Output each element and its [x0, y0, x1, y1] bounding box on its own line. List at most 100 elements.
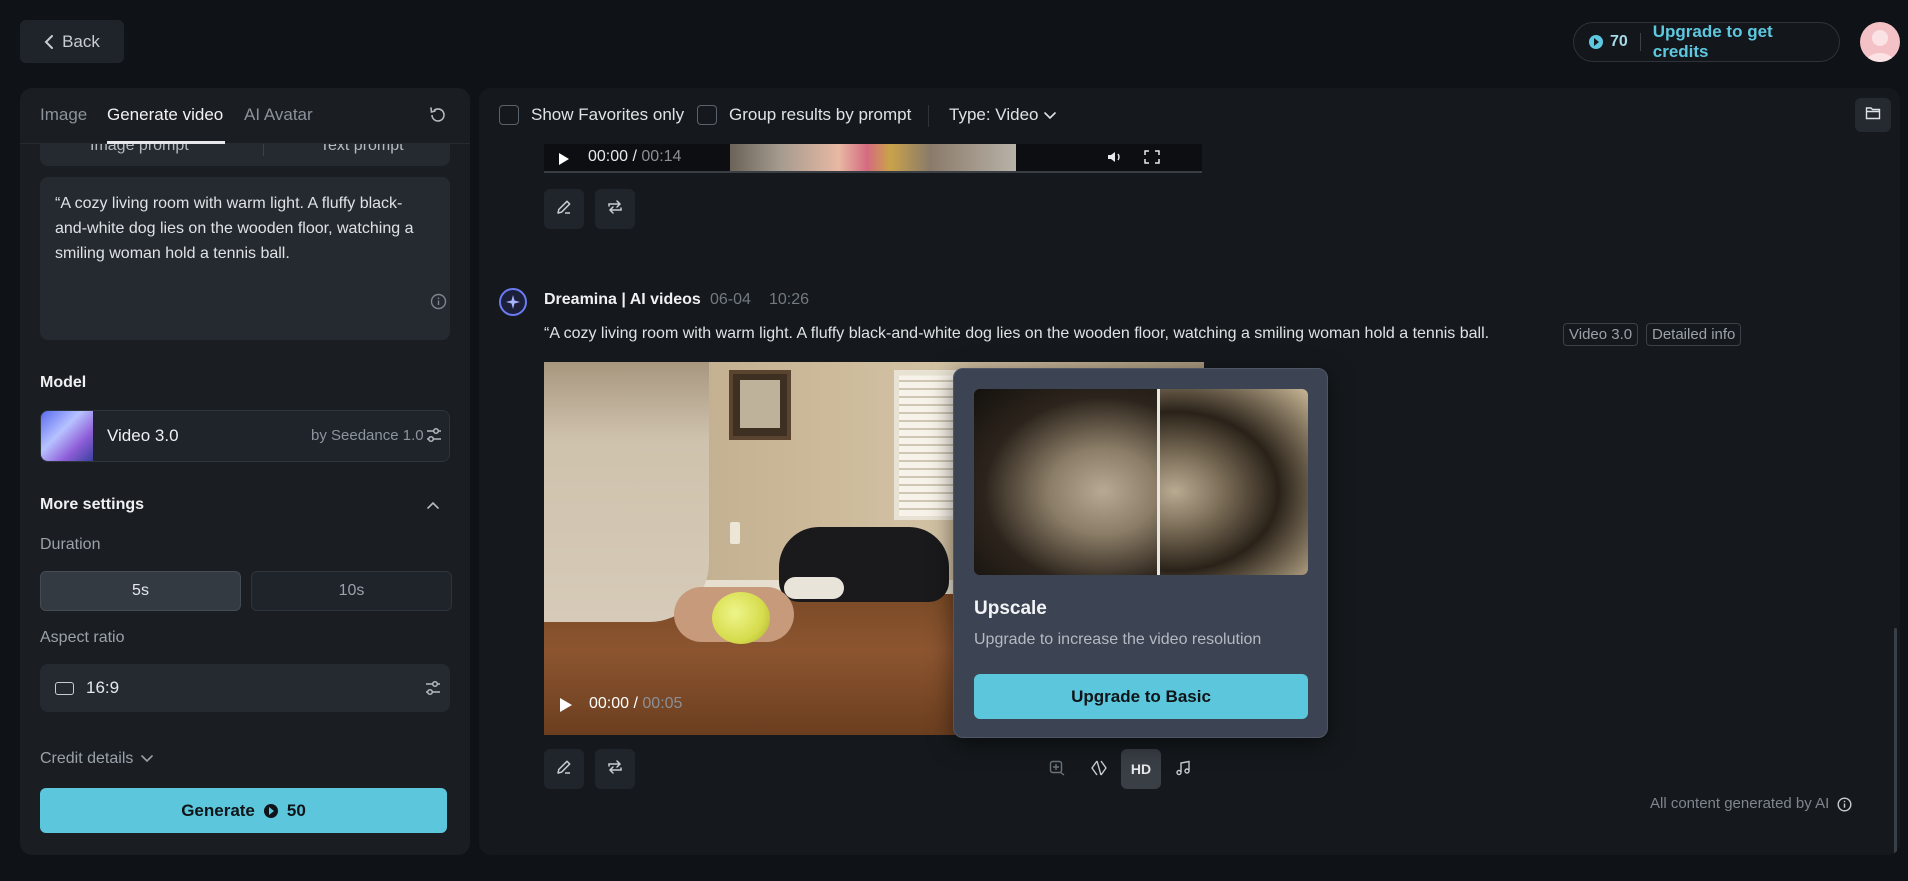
video-scene-dog-paw	[784, 577, 844, 599]
generation-prompt: “A cozy living room with warm light. A f…	[544, 325, 1490, 342]
credit-details-label: Credit details	[40, 750, 134, 767]
video-time: 00:00 / 00:14	[588, 148, 681, 166]
video-scene-picture	[740, 380, 780, 428]
avatar[interactable]	[1860, 22, 1900, 62]
duration-10s-button[interactable]: 10s	[251, 571, 452, 611]
previous-video-frame	[730, 144, 1016, 171]
chevron-down-icon	[1044, 105, 1057, 125]
video-scene-tennis-ball	[712, 592, 770, 644]
fullscreen-icon[interactable]	[1144, 150, 1160, 169]
regenerate-button[interactable]	[595, 749, 635, 789]
tab-generate-video[interactable]: Generate video	[107, 105, 223, 125]
edit-button[interactable]	[544, 189, 584, 229]
credits-count: 70	[1610, 33, 1628, 50]
chevron-down-icon	[141, 750, 154, 768]
chevron-left-icon	[44, 32, 54, 52]
generate-button[interactable]: Generate 50	[40, 788, 447, 833]
aspect-ratio-icon	[55, 682, 74, 695]
current-time: 00:00	[588, 148, 629, 165]
extend-button[interactable]	[1037, 749, 1077, 789]
video-scene-outlet	[730, 522, 740, 544]
music-note-icon	[1175, 760, 1191, 779]
interpolate-button[interactable]	[1079, 749, 1119, 789]
filter-divider	[928, 105, 929, 127]
prompt-input[interactable]: “A cozy living room with warm light. A f…	[40, 177, 450, 340]
upscale-before-image	[974, 389, 1158, 575]
diamond-icon	[1090, 759, 1108, 780]
play-icon[interactable]	[559, 697, 573, 718]
tab-bar: Image Generate video AI Avatar	[20, 88, 470, 144]
info-icon[interactable]	[1837, 795, 1852, 812]
duration-label: Duration	[40, 536, 101, 553]
more-settings-label[interactable]: More settings	[40, 496, 144, 514]
sliders-icon[interactable]	[425, 426, 443, 449]
back-label: Back	[62, 31, 100, 51]
favorites-label: Show Favorites only	[531, 105, 685, 124]
ai-content-note: All content generated by AI	[1650, 795, 1852, 812]
prompt-mode-tabs: Image prompt Text prompt	[40, 144, 450, 166]
generation-source: Dreamina | AI videos	[544, 291, 701, 308]
detailed-info-tag[interactable]: Detailed info	[1646, 323, 1742, 346]
hd-upscale-button[interactable]: HD	[1121, 749, 1161, 789]
favorites-filter[interactable]: Show Favorites only	[499, 105, 684, 125]
ai-content-label: All content generated by AI	[1650, 795, 1830, 812]
type-filter-dropdown[interactable]: Type: Video	[949, 105, 1057, 125]
extend-icon	[1048, 759, 1066, 780]
results-scrollbar[interactable]	[1894, 628, 1897, 855]
generation-time: 10:26	[769, 291, 810, 308]
sliders-icon[interactable]	[424, 679, 442, 702]
upgrade-credits-link[interactable]: Upgrade to get credits	[1653, 22, 1825, 62]
credits-pill[interactable]: 70 Upgrade to get credits	[1573, 22, 1840, 62]
tab-text-prompt[interactable]: Text prompt	[320, 144, 404, 155]
pencil-icon	[555, 198, 573, 221]
type-filter-label: Type: Video	[949, 105, 1039, 124]
model-provider: by Seedance 1.0	[311, 427, 424, 444]
credit-details-toggle[interactable]: Credit details	[40, 750, 154, 768]
model-selector[interactable]: Video 3.0 by Seedance 1.0	[40, 410, 450, 462]
model-thumbnail	[41, 411, 93, 461]
video-tools: HD	[1037, 749, 1203, 789]
model-name: Video 3.0	[107, 426, 179, 445]
edit-button[interactable]	[544, 749, 584, 789]
chevron-up-icon[interactable]	[427, 496, 439, 514]
play-icon[interactable]	[558, 152, 570, 171]
volume-icon[interactable]	[1107, 150, 1123, 169]
duration-5s-button[interactable]: 5s	[40, 571, 241, 611]
current-time: 00:00	[589, 695, 630, 712]
aspect-ratio-value: 16:9	[86, 678, 120, 697]
tab-ai-avatar[interactable]: AI Avatar	[244, 105, 313, 125]
model-tag[interactable]: Video 3.0	[1563, 323, 1639, 346]
group-checkbox[interactable]	[697, 105, 717, 125]
prompt-text[interactable]: “A cozy living room with warm light. A f…	[55, 191, 415, 266]
group-label: Group results by prompt	[729, 105, 912, 124]
dreamina-logo-icon	[499, 288, 527, 316]
pencil-icon	[555, 758, 573, 781]
credits-divider	[1639, 33, 1641, 51]
tab-image[interactable]: Image	[40, 105, 87, 125]
duration-time: 00:05	[642, 695, 683, 712]
popup-description: Upgrade to increase the video resolution	[974, 631, 1262, 648]
refresh-icon[interactable]	[429, 106, 447, 129]
favorites-checkbox[interactable]	[499, 105, 519, 125]
upgrade-to-basic-button[interactable]: Upgrade to Basic	[974, 674, 1308, 719]
generate-label: Generate	[181, 800, 255, 820]
generation-date: 06-04	[710, 291, 751, 308]
repeat-icon	[606, 198, 624, 221]
comparison-divider	[1157, 389, 1160, 575]
back-button[interactable]: Back	[20, 20, 124, 63]
group-filter[interactable]: Group results by prompt	[697, 105, 911, 125]
tab-image-prompt[interactable]: Image prompt	[90, 144, 189, 155]
previous-video-player[interactable]: 00:00 / 00:14	[544, 144, 1202, 173]
regenerate-button[interactable]	[595, 189, 635, 229]
aspect-ratio-selector[interactable]: 16:9	[40, 664, 450, 712]
time-separator: /	[632, 148, 637, 165]
info-icon[interactable]	[430, 293, 447, 315]
video-scene-woman	[544, 362, 709, 622]
generate-cost: 50	[286, 800, 306, 820]
upscale-after-image	[1160, 389, 1308, 575]
left-panel: Image Generate video AI Avatar Image pro…	[20, 88, 470, 855]
folder-button[interactable]	[1855, 98, 1891, 132]
audio-button[interactable]	[1163, 749, 1203, 789]
model-section-label: Model	[40, 374, 87, 391]
credit-icon	[1588, 33, 1604, 51]
